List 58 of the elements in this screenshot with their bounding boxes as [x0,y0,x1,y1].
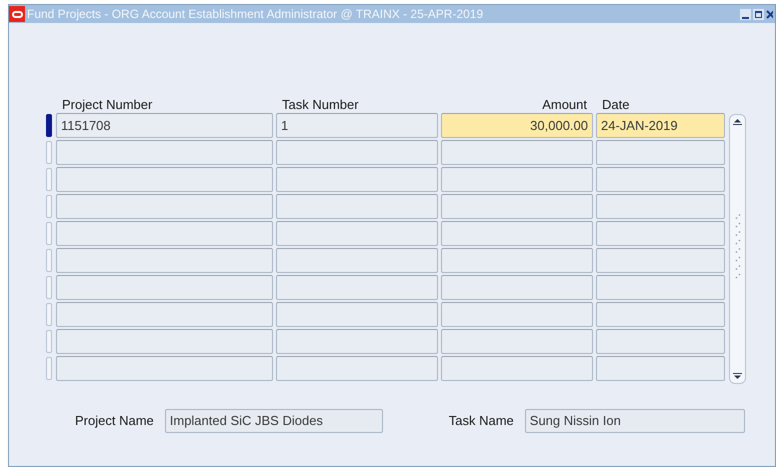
table-cell[interactable] [276,221,438,246]
table-cell[interactable] [56,356,273,381]
text-field[interactable]: Implanted SiC JBS Diodes [164,409,383,433]
table-cell[interactable] [596,140,725,165]
table-cell[interactable] [596,167,725,192]
table-cell[interactable] [441,356,593,381]
table-cell[interactable] [276,167,438,192]
table-cell[interactable] [276,302,438,327]
scroll-down-icon[interactable] [733,373,742,380]
table-cell[interactable] [596,329,725,354]
table-cell[interactable]: 1151708 [56,113,273,138]
table-cell[interactable] [276,275,438,300]
table-cell[interactable] [56,275,273,300]
table-cell[interactable] [441,248,593,273]
field-label: Project Name [75,412,154,430]
table-cell[interactable] [596,356,725,381]
table-cell[interactable] [441,167,593,192]
table-cell[interactable] [596,194,725,219]
minimize-button[interactable] [740,8,751,20]
table-cell[interactable] [276,356,438,381]
column-header: Project Number [62,97,152,112]
table-cell[interactable] [441,302,593,327]
table-cell[interactable]: 24-JAN-2019 [596,113,725,138]
column-header: Amount [542,97,587,112]
table-cell[interactable] [56,167,273,192]
record-indicator[interactable] [46,114,52,137]
table-cell[interactable] [276,194,438,219]
table-cell[interactable] [441,140,593,165]
table-cell[interactable] [56,248,273,273]
close-icon [766,10,773,18]
table-cell[interactable] [276,248,438,273]
text-field[interactable]: Sung Nissin Ion [524,409,745,433]
table-cell[interactable] [441,275,593,300]
table-cell[interactable]: 1 [276,113,438,138]
column-header: Date [602,97,630,112]
scrollbar[interactable] [729,114,746,384]
table-cell[interactable]: 30,000.00 [441,113,593,138]
close-button[interactable] [766,8,773,20]
table-cell[interactable] [56,221,273,246]
table-cell[interactable] [56,194,273,219]
table-cell[interactable] [596,221,725,246]
table-cell[interactable] [276,140,438,165]
table-cell[interactable] [596,302,725,327]
table-cell[interactable] [56,302,273,327]
window-title: Fund Projects - ORG Account Establishment Administrator @ TRAINX - 25-APR-2019 [27,6,484,23]
table-cell[interactable] [441,329,593,354]
app-logo-icon [9,6,25,22]
scroll-up-icon[interactable] [733,118,742,125]
field-label: Task Name [448,412,514,430]
table-cell[interactable] [56,329,273,354]
table-cell[interactable] [596,248,725,273]
table-cell[interactable] [276,329,438,354]
column-header: Task Number [282,97,359,112]
table-cell[interactable] [441,194,593,219]
maximize-button[interactable] [753,8,764,20]
table-cell[interactable] [56,140,273,165]
table-cell[interactable] [441,221,593,246]
table-cell[interactable] [596,275,725,300]
